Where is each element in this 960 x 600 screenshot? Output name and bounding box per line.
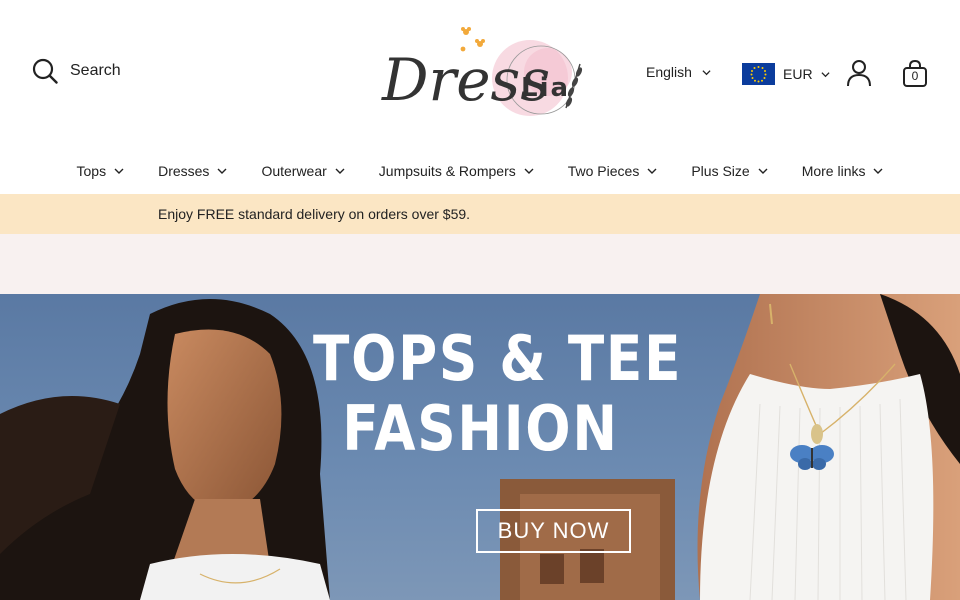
cart-button[interactable]: 0 bbox=[902, 59, 928, 88]
nav-item-dresses[interactable]: Dresses bbox=[158, 163, 227, 179]
nav-item-label: Jumpsuits & Rompers bbox=[378, 163, 516, 179]
promo-bar: Enjoy FREE standard delivery on orders o… bbox=[0, 194, 960, 234]
nav-item-label: More links bbox=[801, 163, 866, 179]
chevron-down-icon bbox=[524, 168, 534, 174]
chevron-down-icon bbox=[217, 168, 227, 174]
search-icon bbox=[32, 58, 58, 84]
dresslia-logo[interactable]: Dress Lia bbox=[376, 22, 591, 122]
chevron-down-icon bbox=[114, 168, 124, 174]
chevron-down-icon bbox=[335, 168, 345, 174]
search-button[interactable]: Search bbox=[32, 58, 121, 84]
hero-headline-line2: FASHION bbox=[342, 392, 619, 465]
nav-item-label: Outerwear bbox=[261, 163, 327, 179]
hero-headline-line1: TOPS & TEE bbox=[313, 322, 683, 395]
chevron-down-icon bbox=[702, 69, 711, 75]
chevron-down-icon bbox=[647, 168, 657, 174]
chevron-down-icon bbox=[873, 168, 883, 174]
banner-spacer bbox=[0, 234, 960, 294]
language-selector[interactable]: English bbox=[646, 64, 711, 80]
nav-item-jumpsuits-rompers[interactable]: Jumpsuits & Rompers bbox=[379, 163, 534, 179]
currency-label: EUR bbox=[783, 66, 813, 82]
chevron-down-icon bbox=[821, 71, 830, 77]
promo-text: Enjoy FREE standard delivery on orders o… bbox=[158, 206, 471, 222]
nav-item-more-links[interactable]: More links bbox=[802, 163, 884, 179]
nav-item-two-pieces[interactable]: Two Pieces bbox=[568, 163, 658, 179]
nav-item-label: Dresses bbox=[158, 163, 210, 179]
logo-text-right: Lia bbox=[521, 73, 570, 103]
buy-now-button[interactable]: BUY NOW bbox=[476, 509, 631, 553]
cart-count: 0 bbox=[911, 69, 919, 83]
nav-item-tops[interactable]: Tops bbox=[77, 163, 125, 179]
hero-headline: TOPS & TEE FASHION bbox=[313, 324, 681, 465]
chevron-down-icon bbox=[758, 168, 768, 174]
nav-item-label: Tops bbox=[76, 163, 107, 179]
currency-selector[interactable]: EUR bbox=[742, 63, 830, 85]
site-header: Search Dress Lia English EUR 0 bbox=[0, 0, 960, 150]
language-label: English bbox=[646, 64, 692, 80]
nav-item-label: Plus Size bbox=[691, 163, 750, 179]
nav-item-outerwear[interactable]: Outerwear bbox=[261, 163, 345, 179]
main-nav: Tops Dresses Outerwear Jumpsuits & Rompe… bbox=[0, 150, 960, 192]
nav-item-label: Two Pieces bbox=[567, 163, 640, 179]
search-label: Search bbox=[70, 62, 121, 79]
hero-banner[interactable]: TOPS & TEE FASHION BUY NOW bbox=[0, 294, 960, 600]
account-icon[interactable] bbox=[845, 59, 873, 87]
nav-item-plus-size[interactable]: Plus Size bbox=[691, 163, 768, 179]
eu-flag-icon bbox=[742, 63, 775, 85]
